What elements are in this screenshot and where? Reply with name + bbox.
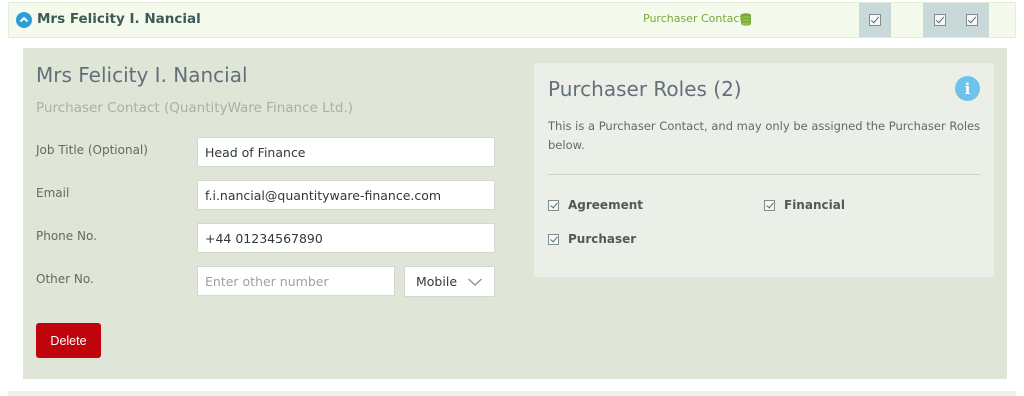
role-agreement[interactable]: Agreement bbox=[548, 198, 643, 212]
collapse-chevron-icon[interactable] bbox=[16, 12, 32, 28]
number-type-select[interactable]: Mobile bbox=[404, 266, 495, 297]
detail-subtitle: Purchaser Contact (QuantityWare Finance … bbox=[36, 100, 354, 116]
phone-input[interactable]: +44 01234567890 bbox=[197, 223, 495, 253]
delete-button[interactable]: Delete bbox=[36, 323, 101, 358]
permission-checkbox[interactable] bbox=[869, 14, 881, 26]
contact-name: Mrs Felicity I. Nancial bbox=[37, 11, 201, 27]
phone-value: +44 01234567890 bbox=[205, 230, 323, 246]
role-label: Financial bbox=[784, 198, 845, 212]
role-checkbox[interactable] bbox=[548, 199, 559, 211]
email-label: Email bbox=[36, 186, 70, 200]
job-title-input[interactable]: Head of Finance bbox=[197, 137, 495, 167]
permission-cell-2 bbox=[923, 3, 989, 37]
other-number-placeholder: Enter other number bbox=[205, 273, 329, 289]
money-icon bbox=[741, 13, 751, 26]
permission-cell-1 bbox=[859, 3, 891, 37]
email-value: f.i.nancial@quantityware-finance.com bbox=[205, 187, 442, 203]
chevron-down-icon bbox=[468, 277, 482, 286]
permission-checkbox[interactable] bbox=[934, 14, 946, 26]
other-number-input[interactable]: Enter other number bbox=[197, 266, 395, 296]
role-checkbox[interactable] bbox=[548, 233, 559, 245]
role-label: Agreement bbox=[568, 198, 643, 212]
role-purchaser[interactable]: Purchaser bbox=[548, 232, 636, 246]
roles-title: Purchaser Roles (2) bbox=[548, 77, 742, 101]
next-row-edge bbox=[8, 391, 1016, 396]
roles-description: This is a Purchaser Contact, and may onl… bbox=[548, 119, 981, 152]
other-number-label: Other No. bbox=[36, 272, 94, 286]
number-type-value: Mobile bbox=[416, 274, 458, 289]
info-icon[interactable]: i bbox=[955, 76, 980, 101]
email-input[interactable]: f.i.nancial@quantityware-finance.com bbox=[197, 180, 495, 210]
job-title-value: Head of Finance bbox=[205, 144, 306, 160]
role-financial[interactable]: Financial bbox=[764, 198, 845, 212]
divider bbox=[548, 174, 980, 175]
contact-row-header[interactable]: Mrs Felicity I. Nancial Purchaser Contac… bbox=[8, 2, 1016, 38]
role-label: Purchaser bbox=[568, 232, 637, 246]
purchaser-roles-box: Purchaser Roles (2) i This is a Purchase… bbox=[534, 63, 994, 277]
job-title-label: Job Title (Optional) bbox=[36, 143, 148, 157]
phone-label: Phone No. bbox=[36, 229, 97, 243]
permission-checkbox[interactable] bbox=[966, 14, 978, 26]
role-checkbox[interactable] bbox=[764, 199, 775, 211]
detail-title: Mrs Felicity I. Nancial bbox=[36, 63, 248, 87]
contact-detail-panel: Mrs Felicity I. Nancial Purchaser Contac… bbox=[23, 48, 1007, 379]
contact-type-label: Purchaser Contact bbox=[643, 12, 744, 25]
